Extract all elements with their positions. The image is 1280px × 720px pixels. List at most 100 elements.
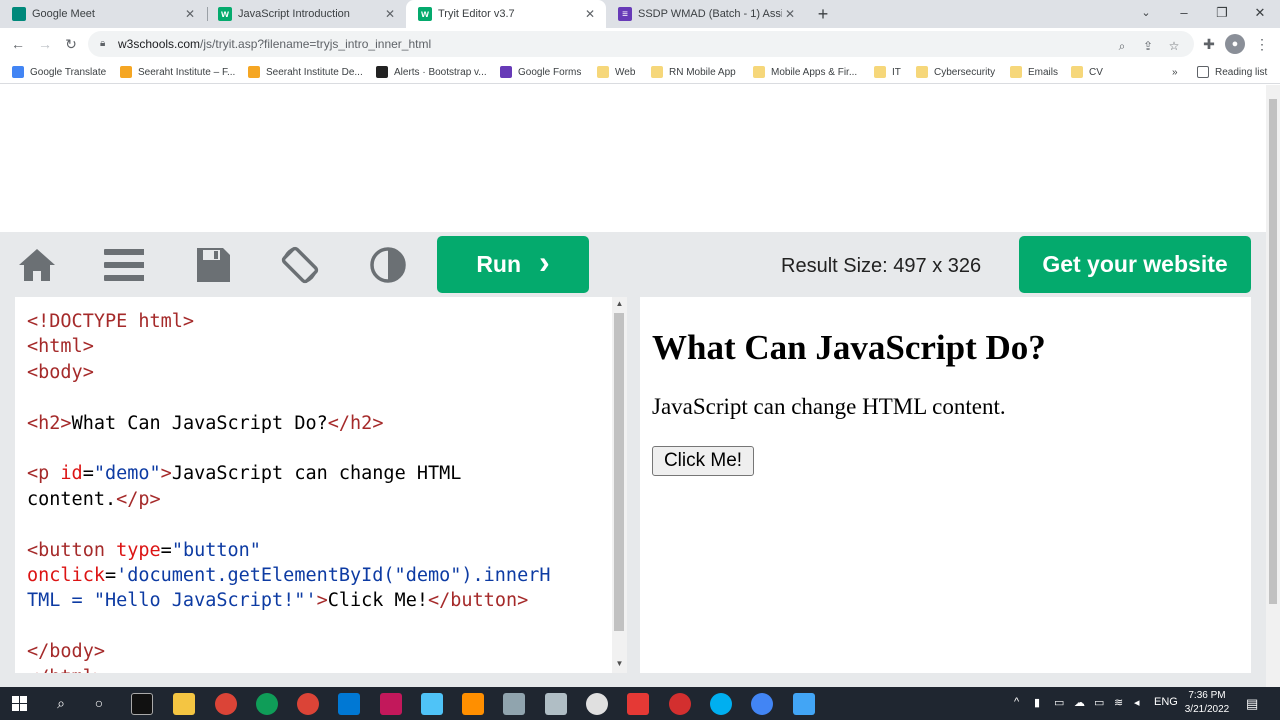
click-me-button[interactable]: Click Me! bbox=[652, 446, 754, 476]
vscode-icon[interactable] bbox=[338, 693, 360, 715]
get-your-website-button[interactable]: Get your website bbox=[1019, 236, 1251, 293]
bookmark-folder-rn-mobile[interactable]: RN Mobile App bbox=[651, 64, 736, 80]
opera-icon[interactable] bbox=[669, 693, 691, 715]
language-indicator[interactable]: ENG bbox=[1154, 696, 1178, 708]
editor-scrollbar[interactable]: ▲ ▼ bbox=[612, 297, 627, 673]
bookmark-folder-it[interactable]: IT bbox=[874, 64, 901, 80]
run-button[interactable]: Run › bbox=[437, 236, 589, 293]
forms-icon bbox=[500, 66, 512, 78]
tab-tryit-editor[interactable]: w Tryit Editor v3.7 ✕ bbox=[406, 0, 606, 28]
code-editor[interactable]: <!DOCTYPE html> <html> <body> <h2>What C… bbox=[15, 297, 612, 673]
notifications-icon[interactable]: ▤ bbox=[1246, 696, 1258, 712]
close-tab-icon[interactable]: ✕ bbox=[582, 7, 598, 21]
home-icon[interactable] bbox=[17, 245, 57, 285]
calculator-icon[interactable] bbox=[503, 693, 525, 715]
scroll-up-arrow-icon[interactable]: ▲ bbox=[612, 299, 627, 308]
camera-icon[interactable]: ▭ bbox=[1054, 696, 1064, 709]
editor-scroll-thumb[interactable] bbox=[614, 313, 624, 631]
chrome-icon[interactable] bbox=[215, 693, 237, 715]
bookmark-folder-mobile-apps[interactable]: Mobile Apps & Fir... bbox=[753, 64, 857, 80]
microphone-icon[interactable]: ▮ bbox=[1034, 696, 1040, 709]
code-content[interactable]: <!DOCTYPE html> <html> <body> <h2>What C… bbox=[27, 309, 551, 673]
onedrive-cloud-icon[interactable]: ☁ bbox=[1074, 696, 1085, 709]
reading-list-button[interactable]: Reading list bbox=[1197, 64, 1267, 80]
chevron-right-icon: › bbox=[539, 244, 550, 280]
back-icon[interactable]: ← bbox=[8, 34, 28, 54]
file-explorer-icon[interactable] bbox=[173, 693, 195, 715]
close-tab-icon[interactable]: ✕ bbox=[182, 7, 198, 21]
bookmark-folder-web[interactable]: Web bbox=[597, 64, 635, 80]
anydesk-icon[interactable] bbox=[627, 693, 649, 715]
notes-icon[interactable] bbox=[545, 693, 567, 715]
tray-chevron-icon[interactable]: ^ bbox=[1014, 696, 1019, 708]
scroll-down-arrow-icon[interactable]: ▼ bbox=[612, 659, 627, 668]
close-tab-icon[interactable]: ✕ bbox=[382, 7, 398, 21]
maximize-button[interactable]: ❐ bbox=[1203, 0, 1241, 28]
reload-icon[interactable]: ↻ bbox=[61, 34, 81, 54]
page-scrollbar[interactable] bbox=[1266, 85, 1280, 687]
tab-ssdp-wmad[interactable]: ≡ SSDP WMAD (Batch - 1) Assignm ✕ bbox=[606, 0, 806, 28]
bookmark-label: Emails bbox=[1028, 66, 1059, 78]
address-bar[interactable]: 🔒︎ w3schools.com/js/tryit.asp?filename=t… bbox=[88, 31, 1194, 57]
ad-space bbox=[0, 85, 1266, 232]
chrome-icon[interactable] bbox=[256, 693, 278, 715]
photos-icon[interactable] bbox=[793, 693, 815, 715]
clock[interactable]: 7:36 PM 3/21/2022 bbox=[1180, 689, 1234, 717]
windows-start-icon[interactable] bbox=[12, 696, 27, 711]
save-icon[interactable] bbox=[193, 245, 233, 285]
flame-icon bbox=[248, 66, 260, 78]
wifi-icon[interactable]: ≋ bbox=[1114, 696, 1123, 709]
page-scroll-thumb[interactable] bbox=[1269, 99, 1277, 604]
inkscape-icon[interactable] bbox=[586, 693, 608, 715]
bookmark-google-forms[interactable]: Google Forms bbox=[500, 64, 581, 80]
chrome-icon[interactable] bbox=[297, 693, 319, 715]
volume-icon[interactable]: ◂ bbox=[1134, 696, 1140, 709]
close-tab-icon[interactable]: ✕ bbox=[782, 7, 798, 21]
tab-javascript-introduction[interactable]: w JavaScript Introduction ✕ bbox=[206, 0, 406, 28]
tab-title: Tryit Editor v3.7 bbox=[438, 8, 515, 20]
bookmark-label: CV bbox=[1089, 66, 1103, 78]
bookmark-folder-cybersecurity[interactable]: Cybersecurity bbox=[916, 64, 995, 80]
zoom-icon[interactable]: ⌕ bbox=[1114, 38, 1130, 54]
forward-icon[interactable]: → bbox=[35, 34, 55, 54]
dark-mode-contrast-icon[interactable] bbox=[368, 245, 408, 285]
task-view-icon[interactable]: ○ bbox=[88, 692, 110, 714]
google-meet-icon bbox=[12, 7, 26, 21]
bookmark-star-icon[interactable]: ☆ bbox=[1166, 38, 1182, 54]
profile-avatar[interactable]: ● bbox=[1225, 34, 1245, 54]
bookmark-label: Web bbox=[615, 66, 636, 78]
w3schools-icon: w bbox=[418, 7, 432, 21]
reading-list-icon bbox=[1197, 66, 1209, 78]
google-forms-icon: ≡ bbox=[618, 7, 632, 21]
bookmarks-overflow-button[interactable]: » bbox=[1172, 64, 1178, 80]
terminal-icon[interactable] bbox=[131, 693, 153, 715]
bookmark-label: Cybersecurity bbox=[934, 66, 996, 78]
bookmark-label: Alerts · Bootstrap v... bbox=[394, 66, 487, 78]
tab-search-icon[interactable]: ⌄ bbox=[1127, 0, 1165, 28]
paint-icon[interactable] bbox=[380, 693, 402, 715]
minimize-button[interactable]: – bbox=[1165, 0, 1203, 28]
bookmark-bootstrap-alerts[interactable]: Alerts · Bootstrap v... bbox=[376, 64, 487, 80]
close-window-button[interactable]: ✕ bbox=[1241, 0, 1279, 28]
tab-google-meet[interactable]: Google Meet ✕ bbox=[0, 0, 206, 28]
vlc-icon[interactable] bbox=[462, 693, 484, 715]
share-icon[interactable]: ⇪ bbox=[1140, 38, 1156, 54]
search-icon[interactable]: ⌕ bbox=[50, 692, 72, 714]
folder-icon bbox=[1071, 66, 1083, 78]
rotate-orientation-icon[interactable] bbox=[280, 245, 320, 285]
battery-icon[interactable]: ▭ bbox=[1094, 696, 1104, 709]
skype-icon[interactable] bbox=[710, 693, 732, 715]
remote-desktop-icon[interactable] bbox=[421, 693, 443, 715]
clock-time: 7:36 PM bbox=[1188, 690, 1226, 701]
bookmark-seeraht-2[interactable]: Seeraht Institute De... bbox=[248, 64, 363, 80]
bookmark-folder-cv[interactable]: CV bbox=[1071, 64, 1103, 80]
menu-dots-icon[interactable]: ⋮ bbox=[1252, 34, 1272, 54]
bookmark-google-translate[interactable]: Google Translate bbox=[12, 64, 106, 80]
menu-icon[interactable] bbox=[104, 245, 144, 285]
extensions-icon[interactable]: ✚ bbox=[1199, 34, 1219, 54]
new-tab-button[interactable]: + bbox=[812, 3, 834, 25]
tab-title: JavaScript Introduction bbox=[238, 8, 350, 20]
bookmark-folder-emails[interactable]: Emails bbox=[1010, 64, 1058, 80]
bookmark-seeraht-1[interactable]: Seeraht Institute – F... bbox=[120, 64, 235, 80]
chrome-icon[interactable] bbox=[751, 693, 773, 715]
